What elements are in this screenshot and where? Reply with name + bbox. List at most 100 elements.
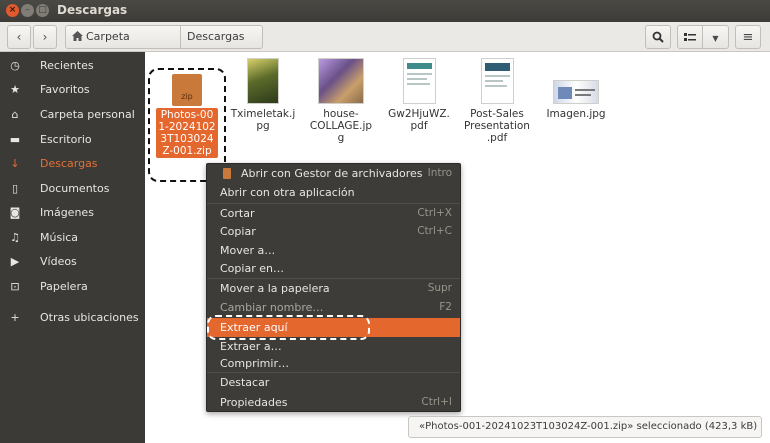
menu-item-label: Extraer aquí (220, 321, 288, 334)
sidebar-item-favoritos[interactable]: ★ Favoritos (0, 79, 145, 101)
menu-item-accel: Ctrl+C (417, 225, 452, 237)
sidebar-item-descargas[interactable]: ↓ Descargas (0, 153, 145, 175)
menu-item-open-other-app[interactable]: Abrir con otra aplicación (207, 183, 460, 202)
minimize-window-button[interactable]: – (21, 4, 34, 17)
camera-icon: ◙ (9, 206, 21, 219)
sidebar-item-imagenes[interactable]: ◙ Imágenes (0, 202, 145, 224)
menu-item-label: Comprimir… (220, 357, 289, 370)
search-icon (652, 31, 664, 43)
folder-icon: ▬ (9, 133, 21, 146)
sidebar-item-label: Recientes (40, 59, 94, 72)
plus-icon: + (10, 311, 20, 324)
file-label: Tximeletak.jpg (230, 108, 296, 132)
archive-badge: zip (181, 92, 193, 101)
menu-item-rename[interactable]: Cambiar nombre… F2 (207, 298, 460, 317)
status-bar: «Photos-001-20241023T103024Z-001.zip» se… (408, 416, 762, 438)
chevron-left-icon: ‹ (16, 30, 22, 44)
menu-item-accel: Ctrl+X (417, 207, 452, 219)
menu-item-move-to-trash[interactable]: Mover a la papelera Supr (207, 279, 460, 298)
maximize-window-button[interactable]: □ (36, 4, 49, 17)
file-label: Gw2HjuWZ.pdf (388, 108, 450, 132)
sidebar-item-label: Música (40, 231, 79, 244)
sidebar-item-documentos[interactable]: ▯ Documentos (0, 178, 145, 200)
menu-item-label: Abrir con Gestor de archivadores (241, 167, 423, 180)
menu-item-label: Cortar (220, 207, 255, 220)
view-toggle-button[interactable] (677, 25, 703, 49)
trash-icon: ⊡ (10, 280, 20, 293)
menu-item-copy-to[interactable]: Copiar en… (207, 259, 460, 278)
file-item-jpg[interactable]: Tximeletak.jpg (230, 58, 296, 132)
sidebar-item-label: Favoritos (40, 83, 90, 96)
chevron-right-icon: › (42, 30, 48, 44)
file-label: house-COLLAGE.jpg (309, 108, 373, 144)
menu-item-label: Abrir con otra aplicación (220, 186, 355, 199)
image-thumbnail (318, 58, 364, 104)
file-item-jpg[interactable]: house-COLLAGE.jpg (308, 58, 374, 144)
menu-item-label: Cambiar nombre… (220, 301, 324, 314)
sidebar: ◷ Recientes ★ Favoritos ⌂ Carpeta person… (0, 52, 145, 443)
file-item-pdf[interactable]: Gw2HjuWZ.pdf (386, 58, 452, 132)
menu-item-label: Mover a la papelera (220, 282, 330, 295)
home-icon: ⌂ (11, 108, 19, 121)
menu-item-accel: Ctrl+I (421, 396, 452, 408)
menu-item-move-to[interactable]: Mover a… (207, 241, 460, 260)
toolbar: ‹ › Carpeta personal Descargas ▼ ▼ ≡ (0, 22, 770, 65)
search-button[interactable] (645, 25, 671, 49)
breadcrumb-current[interactable]: Descargas ▼ (181, 25, 263, 64)
menu-item-accel: F2 (439, 301, 452, 313)
sidebar-item-musica[interactable]: ♫ Música (0, 227, 145, 249)
menu-item-label: Propiedades (220, 396, 288, 409)
menu-item-cut[interactable]: Cortar Ctrl+X (207, 204, 460, 223)
title-bar: × – □ Descargas (0, 0, 770, 22)
breadcrumb-home[interactable]: Carpeta personal (65, 25, 181, 65)
sidebar-item-papelera[interactable]: ⊡ Papelera (0, 276, 145, 298)
menu-item-properties[interactable]: Propiedades Ctrl+I (207, 393, 460, 412)
menu-item-compress[interactable]: Comprimir… (207, 354, 460, 373)
window-title: Descargas (57, 3, 128, 17)
document-icon: ▯ (11, 182, 19, 195)
sidebar-item-label: Papelera (40, 280, 88, 293)
menu-item-star[interactable]: Destacar (207, 373, 460, 392)
view-options-button[interactable]: ▼ (703, 25, 729, 49)
sidebar-item-otras-ubicaciones[interactable]: + Otras ubicaciones (0, 307, 145, 329)
back-button[interactable]: ‹ (7, 25, 31, 49)
star-icon: ★ (10, 83, 20, 96)
file-item-pdf[interactable]: Post-Sales Presentation.pdf (464, 58, 530, 144)
pdf-thumbnail (402, 58, 436, 104)
sidebar-item-label: Documentos (40, 182, 110, 195)
file-label: Imagen.jpg (546, 108, 606, 120)
sidebar-item-label: Vídeos (40, 255, 77, 268)
sidebar-item-carpeta-personal[interactable]: ⌂ Carpeta personal (0, 104, 145, 126)
archive-icon: zip (172, 74, 202, 106)
menu-item-label: Destacar (220, 376, 270, 389)
file-item-zip[interactable]: zip Photos-001-20241023T103024Z-001.zip (156, 74, 218, 158)
image-thumbnail (247, 58, 279, 104)
download-icon: ↓ (10, 157, 20, 170)
image-thumbnail (553, 80, 599, 104)
menu-item-label: Mover a… (220, 244, 276, 257)
menu-item-open-archive-manager[interactable]: Abrir con Gestor de archivadores Intro (207, 164, 460, 183)
menu-button[interactable]: ≡ (735, 25, 761, 49)
sidebar-item-label: Escritorio (40, 133, 92, 146)
menu-item-label: Copiar (220, 225, 256, 238)
list-view-icon (684, 33, 696, 41)
file-item-jpg[interactable]: Imagen.jpg (543, 80, 609, 120)
archive-manager-icon (223, 168, 231, 179)
close-window-button[interactable]: × (6, 4, 19, 17)
hamburger-icon: ≡ (742, 30, 754, 45)
context-menu: Abrir con Gestor de archivadores Intro A… (206, 163, 461, 412)
sidebar-item-escritorio[interactable]: ▬ Escritorio (0, 129, 145, 151)
sidebar-item-recientes[interactable]: ◷ Recientes (0, 55, 145, 77)
clock-icon: ◷ (10, 59, 20, 72)
menu-item-extract-here[interactable]: Extraer aquí (207, 318, 460, 337)
file-label: Post-Sales Presentation.pdf (464, 108, 530, 144)
menu-item-copy[interactable]: Copiar Ctrl+C (207, 222, 460, 241)
forward-button[interactable]: › (33, 25, 57, 49)
menu-item-accel: Supr (427, 282, 452, 294)
breadcrumb-current-label: Descargas (187, 30, 245, 43)
sidebar-item-label: Descargas (40, 157, 98, 170)
sidebar-item-label: Imágenes (40, 206, 94, 219)
file-label: Photos-001-20241023T103024Z-001.zip (156, 108, 218, 158)
video-icon: ▶ (10, 255, 20, 268)
sidebar-item-videos[interactable]: ▶ Vídeos (0, 251, 145, 273)
